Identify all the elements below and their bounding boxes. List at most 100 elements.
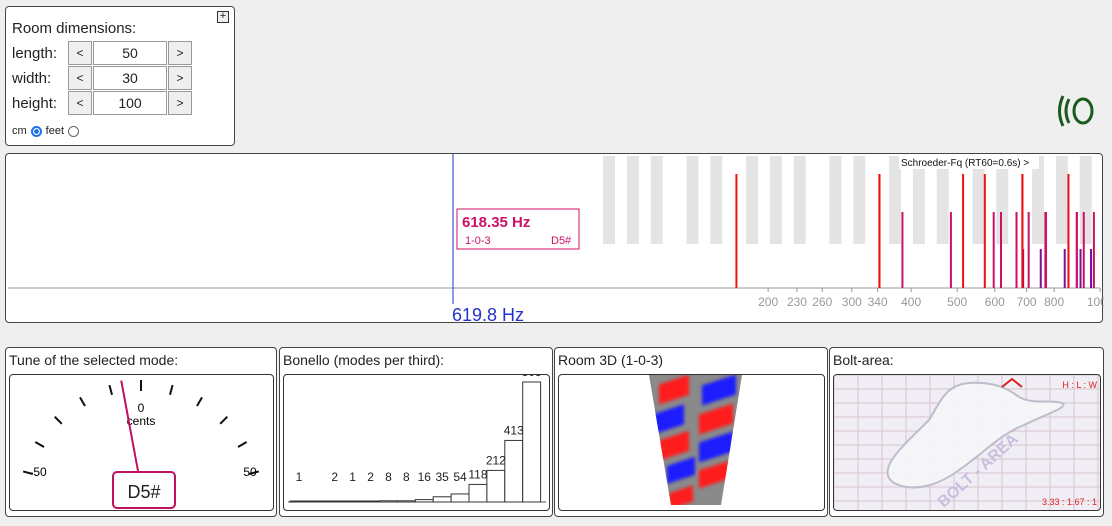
- expand-button[interactable]: +: [217, 11, 229, 23]
- chevron-up-icon[interactable]: [1001, 377, 1023, 388]
- mode-line[interactable]: [1000, 212, 1003, 288]
- bolt-axes-label: H : L : W: [1062, 380, 1097, 390]
- room-3d-title: Room 3D (1-0-3): [558, 352, 664, 368]
- height-label: height:: [12, 95, 58, 112]
- mode-spectrum[interactable]: 2002302603003404005006007008001000121014…: [6, 154, 1104, 324]
- height-increment-button[interactable]: >: [168, 91, 192, 115]
- bolt-area-chart-frame: BOLT - AREA H : L : W 3.33 : 1.67 : 1: [833, 374, 1101, 511]
- mode-line[interactable]: [983, 174, 986, 288]
- unit-feet-radio[interactable]: [68, 125, 80, 137]
- mode-line[interactable]: [1079, 249, 1082, 288]
- gauge-max-label: 50: [243, 465, 257, 479]
- tick-label: 230: [787, 295, 807, 309]
- piano-key-black: [1032, 156, 1045, 244]
- bonello-bar: [468, 483, 488, 503]
- unit-cm-radio[interactable]: [30, 125, 42, 137]
- tune-gauge: 0 cents -50 50 D5#: [22, 380, 260, 509]
- bolt-area-title: Bolt-area:: [833, 352, 894, 368]
- length-increment-button[interactable]: >: [168, 41, 192, 65]
- tick-label: 500: [947, 295, 967, 309]
- mode-line[interactable]: [1067, 174, 1070, 288]
- schroeder-label: Schroeder-Fq (RT60=0.6s) >: [901, 158, 1029, 169]
- mode-line[interactable]: [878, 174, 881, 288]
- mode-spectrum-panel[interactable]: 2002302603003404005006007008001000121014…: [5, 153, 1104, 324]
- height-input[interactable]: 100: [93, 91, 167, 115]
- tune-gauge-frame: 0 cents -50 50 D5#: [9, 374, 274, 511]
- piano-key-black: [769, 156, 782, 244]
- width-decrement-button[interactable]: <: [68, 66, 92, 90]
- bonello-bar: [414, 499, 434, 503]
- mode-line[interactable]: [1090, 249, 1093, 288]
- length-decrement-button[interactable]: <: [68, 41, 92, 65]
- bonello-panel: Bonello (modes per third): 1 2 1 2 8 8 16 35 54 1…: [279, 347, 553, 517]
- piano-key-black: [603, 156, 616, 244]
- piano-key-black: [996, 156, 1009, 244]
- bonello-chart: 121288163554118212413805: [288, 375, 546, 503]
- bonello-bar-label: 413: [504, 423, 524, 437]
- bonello-bar: [396, 500, 416, 503]
- gauge-tick: [237, 441, 248, 448]
- speaker-icon[interactable]: [1055, 93, 1099, 129]
- mode-line[interactable]: [1039, 249, 1042, 288]
- tick-label: 700: [1017, 295, 1037, 309]
- tick-label: 600: [985, 295, 1005, 309]
- mode-line[interactable]: [962, 174, 965, 288]
- bonello-bar: [289, 500, 309, 503]
- room-dimensions-title: Room dimensions:: [12, 20, 137, 37]
- tick-label: 340: [868, 295, 888, 309]
- piano-key-black: [912, 156, 925, 244]
- gauge-tick: [54, 416, 63, 425]
- length-input[interactable]: 50: [93, 41, 167, 65]
- piano-key-black: [1055, 156, 1068, 244]
- bonello-bar: [504, 439, 524, 503]
- bonello-bar-label: 805: [522, 375, 542, 379]
- width-input[interactable]: 30: [93, 66, 167, 90]
- unit-cm-label: cm: [12, 125, 27, 137]
- room-dimensions-panel: Room dimensions: + length: < 50 > width:…: [5, 6, 235, 146]
- piano-key-black: [853, 156, 866, 244]
- length-label: length:: [12, 45, 58, 62]
- gauge-min-label: -50: [29, 465, 47, 479]
- mode-tooltip: 618.35 Hz 1-0-3 D5#: [456, 208, 580, 250]
- bonello-bar-label: 2: [331, 470, 338, 484]
- tick-label: 1000: [1087, 295, 1104, 309]
- mode-line[interactable]: [949, 212, 952, 288]
- piano-key-black: [936, 156, 949, 244]
- bonello-bar: [432, 496, 452, 503]
- bolt-area-panel: Bolt-area: BOLT - AREA H : L : W 3.33 : …: [829, 347, 1104, 517]
- room-3d-view[interactable]: [558, 374, 825, 511]
- piano-key-black: [746, 156, 759, 244]
- bonello-chart-frame: 121288163554118212413805: [283, 374, 550, 511]
- gauge-tick: [108, 384, 113, 396]
- width-increment-button[interactable]: >: [168, 66, 192, 90]
- mode-line[interactable]: [735, 174, 738, 288]
- bonello-bar: [343, 500, 363, 503]
- mode-line[interactable]: [1015, 212, 1018, 288]
- mode-line[interactable]: [992, 212, 995, 288]
- bonello-bar-label: 35: [435, 470, 449, 484]
- piano-key-black: [972, 156, 985, 244]
- bonello-bar: [486, 469, 506, 503]
- mode-line[interactable]: [1063, 249, 1066, 288]
- tooltip-frequency: 618.35 Hz: [462, 214, 530, 231]
- mode-line[interactable]: [1044, 212, 1047, 288]
- mode-line[interactable]: [901, 212, 904, 288]
- mode-line[interactable]: [1092, 212, 1095, 288]
- bonello-bar-label: 2: [367, 470, 374, 484]
- mode-line[interactable]: [1021, 174, 1024, 288]
- mode-line[interactable]: [1027, 212, 1030, 288]
- width-label: width:: [12, 70, 52, 87]
- gauge-tick: [79, 396, 86, 407]
- tooltip-note: D5#: [551, 235, 572, 247]
- gauge-tick: [219, 416, 228, 425]
- piano-key-black: [686, 156, 699, 244]
- piano-keys: [603, 156, 1092, 244]
- mode-line[interactable]: [1082, 212, 1085, 288]
- gauge-tick: [169, 384, 174, 396]
- bonello-bar-label: 1: [296, 470, 303, 484]
- bonello-bar-label: 8: [403, 470, 410, 484]
- bonello-bar: [361, 500, 380, 503]
- bonello-bar: [307, 500, 327, 503]
- mode-line[interactable]: [1075, 212, 1078, 288]
- height-decrement-button[interactable]: <: [68, 91, 92, 115]
